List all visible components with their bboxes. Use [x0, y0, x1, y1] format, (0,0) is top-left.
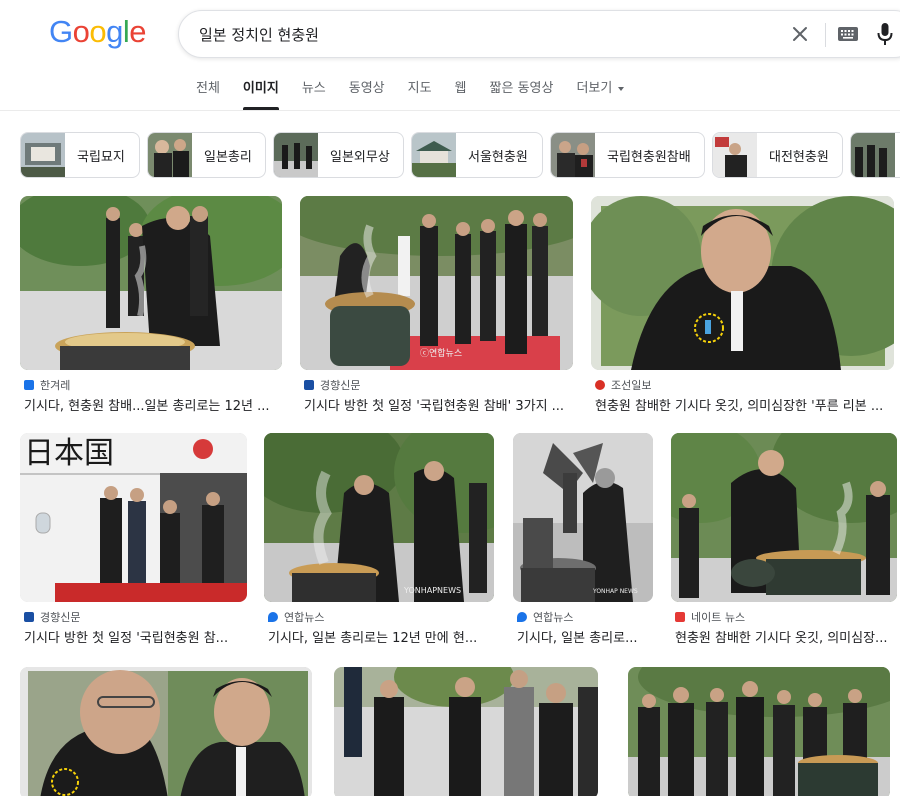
chip-thumbnail: [148, 133, 192, 177]
chevron-down-icon: [618, 86, 625, 91]
chip-label: 국립현충원참배: [607, 149, 691, 165]
chip-thumbnail: [551, 133, 595, 177]
result-thumbnail[interactable]: [591, 196, 894, 370]
tab-web[interactable]: 웹: [455, 80, 467, 110]
source-name: 조선일보: [611, 379, 652, 392]
favicon-icon: [304, 380, 314, 390]
chip-thumbnail: [274, 133, 318, 177]
result-title[interactable]: 기시다 방한 첫 일정 '국립현충원 참...: [24, 627, 248, 646]
jet-text: 日本国: [24, 436, 114, 471]
chip-label: 국립묘지: [77, 149, 125, 165]
result-photo: [334, 667, 598, 796]
favicon-icon: [268, 612, 278, 622]
tab-short-videos[interactable]: 짧은 동영상: [490, 80, 554, 110]
result-source[interactable]: 경향신문: [304, 377, 360, 393]
result-photo: [20, 196, 282, 370]
result-thumbnail[interactable]: [20, 196, 282, 370]
source-name: 경향신문: [40, 611, 81, 624]
result-source[interactable]: 한겨레: [24, 377, 70, 393]
chip-national-cemetery[interactable]: 국립묘지: [20, 132, 140, 178]
favicon-icon: [675, 612, 685, 622]
chip-label: 서울현충원: [468, 149, 528, 165]
tab-all[interactable]: 전체: [196, 80, 220, 110]
result-source[interactable]: 연합뉴스: [268, 609, 324, 625]
favicon-icon: [24, 380, 34, 390]
logo-letter: g: [106, 14, 123, 49]
result-photo: [591, 196, 894, 370]
favicon-icon: [517, 612, 527, 622]
tab-images[interactable]: 이미지: [242, 80, 279, 110]
search-input[interactable]: 일본 정치인 현충원: [199, 24, 319, 45]
chip-seoul-cemetery[interactable]: 서울현충원: [411, 132, 543, 178]
divider: [0, 110, 900, 111]
search-tabs: 전체 이미지 뉴스 동영상 지도 웹 짧은 동영상 더보기: [196, 80, 647, 110]
chip-label: 일본총리: [204, 149, 252, 165]
source-name: 연합뉴스: [533, 611, 574, 624]
result-title[interactable]: 기시다, 일본 총리로는 12년 만에 현...: [268, 627, 494, 646]
result-source[interactable]: 조선일보: [595, 377, 651, 393]
tab-more[interactable]: 더보기: [576, 80, 625, 110]
close-icon[interactable]: [789, 23, 811, 45]
mic-icon[interactable]: [876, 21, 894, 47]
result-thumbnail[interactable]: [20, 667, 312, 796]
result-thumbnail[interactable]: YONHAP NEWS: [513, 433, 653, 602]
chip-japan-foreign-minister[interactable]: 일본외무상: [273, 132, 404, 178]
source-name: 연합뉴스: [284, 611, 325, 624]
result-photo: ⓒ연합뉴스: [300, 196, 573, 370]
result-source[interactable]: 경향신문: [24, 609, 80, 625]
source-name: 한겨레: [40, 379, 71, 392]
favicon-icon: [24, 612, 34, 622]
result-thumbnail[interactable]: [671, 433, 897, 602]
keyboard-icon[interactable]: [837, 24, 859, 44]
result-thumbnail[interactable]: [334, 667, 598, 796]
result-thumbnail[interactable]: 日本国: [20, 433, 247, 602]
result-photo: YONHAPNEWS: [264, 433, 494, 602]
favicon-icon: [595, 380, 605, 390]
chip-thumbnail: [21, 133, 65, 177]
photo-watermark: ⓒ연합뉴스: [420, 348, 462, 359]
result-title[interactable]: 현충원 참배한 기시다 옷깃, 의미심장...: [675, 627, 897, 646]
result-title[interactable]: 현충원 참배한 기시다 옷깃, 의미심장한 '푸른 리본 ...: [595, 395, 895, 414]
tab-more-label: 더보기: [576, 81, 613, 96]
tab-news[interactable]: 뉴스: [302, 80, 326, 110]
result-thumbnail[interactable]: YONHAPNEWS: [264, 433, 494, 602]
chip-label: 대전현충원: [769, 149, 829, 165]
result-photo: YONHAP NEWS: [513, 433, 653, 602]
result-photo: 日本国: [20, 433, 247, 602]
logo-letter: o: [72, 14, 90, 49]
chip-thumbnail: [851, 133, 895, 177]
chip-thumbnail: [412, 133, 456, 177]
google-logo[interactable]: Google: [49, 14, 147, 50]
result-source[interactable]: 연합뉴스: [517, 609, 573, 625]
result-thumbnail[interactable]: ⓒ연합뉴스: [300, 196, 573, 370]
chip-label: 일본외무상: [330, 149, 390, 165]
logo-letter: G: [49, 14, 73, 49]
result-photo: [671, 433, 897, 602]
result-thumbnail[interactable]: [628, 667, 890, 796]
photo-watermark: YONHAPNEWS: [403, 586, 461, 595]
source-name: 네이트 뉴스: [691, 611, 746, 624]
photo-watermark: YONHAP NEWS: [592, 588, 638, 595]
result-photo: [628, 667, 890, 796]
result-title[interactable]: 기시다, 일본 총리로...: [517, 627, 653, 646]
source-name: 경향신문: [320, 379, 361, 392]
result-title[interactable]: 기시다, 현충원 참배...일본 총리로는 12년 ...: [24, 395, 282, 414]
logo-letter: e: [129, 14, 147, 49]
search-box[interactable]: 일본 정치인 현충원: [178, 10, 900, 58]
result-title[interactable]: 기시다 방한 첫 일정 '국립현충원 참배' 3가지 ...: [304, 395, 572, 414]
tab-videos[interactable]: 동영상: [349, 80, 385, 110]
chip-thumbnail: [713, 133, 757, 177]
logo-letter: o: [89, 14, 107, 49]
search-divider: [825, 23, 826, 47]
chip-national-cemetery-visit[interactable]: 국립현충원참배: [550, 132, 705, 178]
tab-maps[interactable]: 지도: [408, 80, 432, 110]
chip-daejeon-cemetery[interactable]: 대전현충원: [712, 132, 843, 178]
chip-japan-pm[interactable]: 일본총리: [147, 132, 266, 178]
result-source[interactable]: 네이트 뉴스: [675, 609, 745, 625]
chip-more[interactable]: [850, 132, 900, 178]
result-photo: [20, 667, 312, 796]
